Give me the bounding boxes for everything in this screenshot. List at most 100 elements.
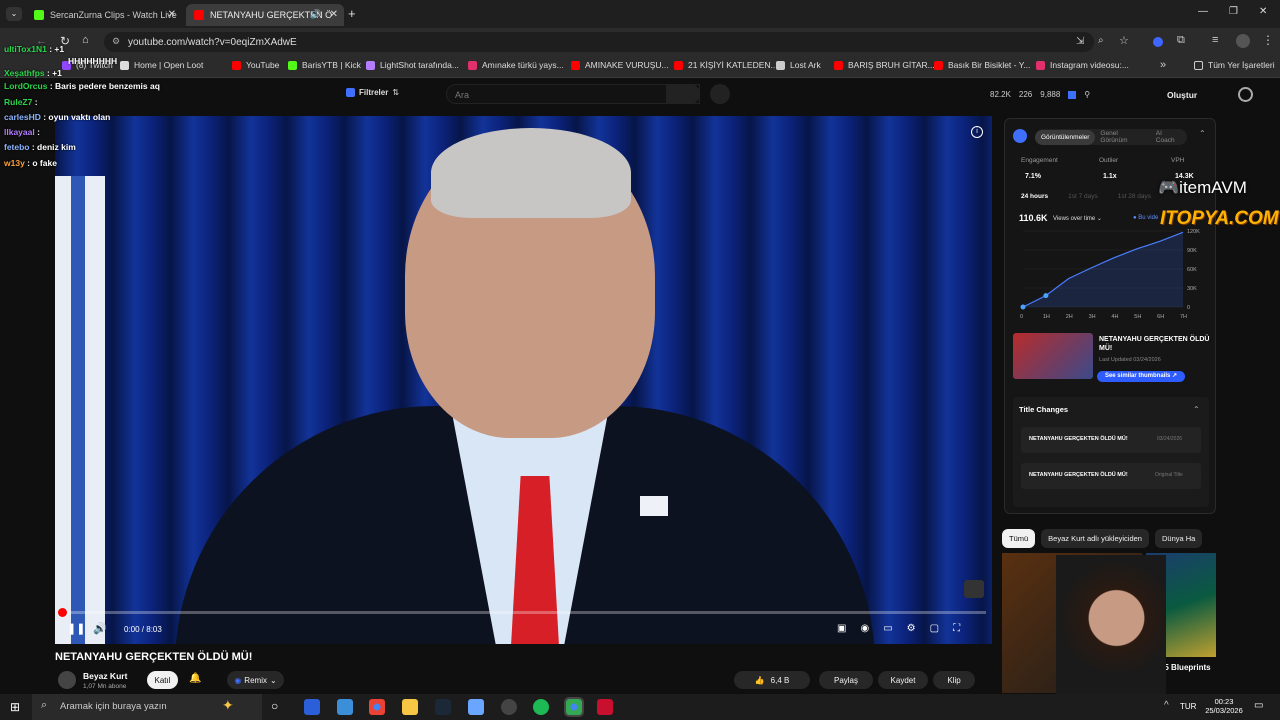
window-close-icon[interactable]: ✕ xyxy=(1259,6,1267,17)
overlay-icon[interactable] xyxy=(964,580,984,598)
title-changes-panel: Title Changes ⌃ NETANYAHU GERÇEKTEN ÖLDÜ… xyxy=(1013,397,1209,507)
search-input[interactable]: Ara xyxy=(446,84,700,104)
autoplay-icon[interactable]: ◉ xyxy=(860,623,869,634)
new-tab-icon[interactable]: + xyxy=(348,6,356,21)
vscode-icon[interactable] xyxy=(304,699,320,715)
language-indicator[interactable]: TUR xyxy=(1180,702,1196,711)
vidiq-player-icon[interactable]: ▣ xyxy=(837,623,846,634)
miniplayer-icon[interactable]: ▢ xyxy=(930,623,939,634)
menu-icon[interactable]: ⋮ xyxy=(1262,33,1274,47)
tab-views[interactable]: Görüntülenmeler xyxy=(1035,129,1096,145)
views-dropdown[interactable]: Views over time ⌄ xyxy=(1053,215,1102,222)
obs-icon[interactable] xyxy=(501,699,517,715)
hair xyxy=(431,128,631,218)
create-button[interactable]: Oluştur xyxy=(1167,90,1197,100)
extension-icon[interactable] xyxy=(1153,37,1163,47)
bookmark-item[interactable]: YouTube xyxy=(232,60,279,70)
store-icon[interactable] xyxy=(337,699,353,715)
join-button[interactable]: Katıl xyxy=(147,671,178,689)
search-button[interactable] xyxy=(666,84,700,104)
filters-button[interactable]: Filtreler ⇅ xyxy=(346,88,399,97)
url-text: youtube.com/watch?v=0eqiZmXAdwE xyxy=(128,36,297,48)
progress-bar[interactable] xyxy=(61,611,986,614)
account-icon[interactable] xyxy=(1238,87,1253,102)
install-icon[interactable]: ⇲ xyxy=(1076,36,1084,47)
chrome-active-icon[interactable] xyxy=(564,697,584,717)
close-icon[interactable]: ✕ xyxy=(330,9,338,20)
bookmark-item[interactable]: 21 KİŞİYİ KATLEDEN... xyxy=(674,60,778,70)
more-bookmarks-icon[interactable]: » xyxy=(1160,59,1166,71)
video-player[interactable]: i ❚❚ 🔊 0:00 / 8:03 ▣ ◉ ▭ ⚙ ▢ ⛶ xyxy=(55,116,992,644)
close-icon[interactable]: ✕ xyxy=(168,9,176,20)
video-thumbnail[interactable] xyxy=(1013,333,1093,379)
task-view-icon[interactable]: ○ xyxy=(271,699,278,713)
tab-ai-coach[interactable]: AI Coach xyxy=(1151,126,1187,148)
bookmark-item[interactable]: LightShot tarafında... xyxy=(366,60,459,70)
vidiq-icon[interactable] xyxy=(1068,91,1077,99)
bookmark-star-icon[interactable]: ☆ xyxy=(1119,34,1129,47)
filter-chip[interactable]: Dünya Ha xyxy=(1154,529,1203,548)
bookmark-item[interactable]: Amınake türkü yays... xyxy=(468,60,564,70)
clip-button[interactable]: Klip xyxy=(933,671,975,689)
share-button[interactable]: Paylaş xyxy=(819,671,873,689)
bookmark-item[interactable]: Basık Bir Bisiklet - Y... xyxy=(934,60,1030,70)
chevron-up-icon[interactable]: ^ xyxy=(1164,700,1169,711)
remix-label: Remix xyxy=(244,675,267,685)
bookmark-item[interactable]: Home | Open Loot xyxy=(120,60,203,70)
explorer-icon[interactable] xyxy=(402,699,418,715)
subtitles-icon[interactable]: ▭ xyxy=(883,623,892,634)
steam-icon[interactable] xyxy=(435,699,451,715)
similar-thumbnails-button[interactable]: See similar thumbnails ↗ xyxy=(1097,371,1185,382)
range-7d[interactable]: 1st 7 days xyxy=(1068,193,1098,200)
tab-overview[interactable]: Genel Görünüm xyxy=(1095,126,1150,148)
riot-icon[interactable] xyxy=(597,699,613,715)
filter-chip[interactable]: Beyaz Kurt adlı yükleyiciden xyxy=(1041,529,1149,548)
settings-icon[interactable]: ⚙ xyxy=(907,623,916,634)
channel-avatar[interactable] xyxy=(58,671,76,689)
restore-icon[interactable]: ❐ xyxy=(1229,6,1238,17)
avatar[interactable] xyxy=(1236,34,1250,48)
remix-button[interactable]: ◉ Remix ⌄ xyxy=(227,671,284,689)
media-icon[interactable]: ≡ xyxy=(1212,34,1218,46)
tab-search-button[interactable]: ⌄ xyxy=(6,7,22,21)
speaker-icon[interactable]: 🔊 xyxy=(310,9,321,20)
bookmark-item[interactable]: Instagram videosu:... xyxy=(1036,60,1129,70)
pause-icon[interactable]: ❚❚ xyxy=(67,622,85,635)
bookmark-item[interactable]: AMINAKE VURUŞU... xyxy=(571,60,669,70)
save-button[interactable]: Kaydet xyxy=(878,671,928,689)
voice-search-button[interactable] xyxy=(710,84,730,104)
like-button[interactable]: 👍 6,4 B xyxy=(734,671,810,689)
home-icon[interactable]: ⌂ xyxy=(82,34,89,46)
volume-icon[interactable]: 🔊 xyxy=(93,622,107,635)
clock[interactable]: 00:23 25/03/2026 xyxy=(1200,697,1248,715)
filter-chip[interactable]: Tümü xyxy=(1002,529,1036,548)
bell-icon[interactable]: 🔔 xyxy=(189,673,201,684)
chrome-icon[interactable] xyxy=(369,699,385,715)
range-24h[interactable]: 24 hours xyxy=(1021,193,1048,200)
extensions-puzzle-icon[interactable]: ⧉ xyxy=(1177,34,1185,47)
taskbar-search-input[interactable]: ⌕ Aramak için buraya yazın ✦ xyxy=(32,694,262,720)
channel-name[interactable]: Beyaz Kurt xyxy=(83,671,127,681)
all-bookmarks[interactable]: Tüm Yer İşaretleri xyxy=(1194,60,1275,70)
collapse-icon[interactable]: ⌃ xyxy=(1199,129,1206,138)
bookmark-item[interactable]: Lost Ark xyxy=(776,60,821,70)
site-info-icon[interactable]: ⚙ xyxy=(112,36,120,47)
windows-start-icon[interactable]: ⊞ xyxy=(10,700,20,714)
bookmark-item[interactable]: BarisYTB | Kick xyxy=(288,60,361,70)
notification-icon[interactable]: ▭ xyxy=(1254,700,1263,711)
progress-handle[interactable] xyxy=(58,608,67,617)
tab-sercanzurna[interactable]: SercanZurna Clips - Watch Live ✕ xyxy=(26,4,182,26)
range-28d[interactable]: 1st 28 days xyxy=(1118,193,1151,200)
minimize-icon[interactable]: — xyxy=(1198,6,1208,17)
bookmark-favicon-icon xyxy=(288,60,297,70)
app-icon[interactable] xyxy=(468,699,484,715)
info-icon[interactable]: i xyxy=(971,126,983,138)
bookmark-item[interactable]: BARIŞ BRUH GİTAR... xyxy=(834,60,935,70)
tab-netanyahu[interactable]: NETANYAHU GERÇEKTEN Ö 🔊 ✕ xyxy=(186,4,344,26)
spotify-icon[interactable] xyxy=(533,699,549,715)
bell-icon[interactable]: ⚲ xyxy=(1084,90,1090,99)
address-field[interactable]: ⚙ youtube.com/watch?v=0eqiZmXAdwE xyxy=(104,32,1094,52)
zoom-icon[interactable]: ⌕ xyxy=(1098,35,1104,46)
collapse-icon[interactable]: ⌃ xyxy=(1193,405,1200,414)
fullscreen-icon[interactable]: ⛶ xyxy=(953,623,960,634)
